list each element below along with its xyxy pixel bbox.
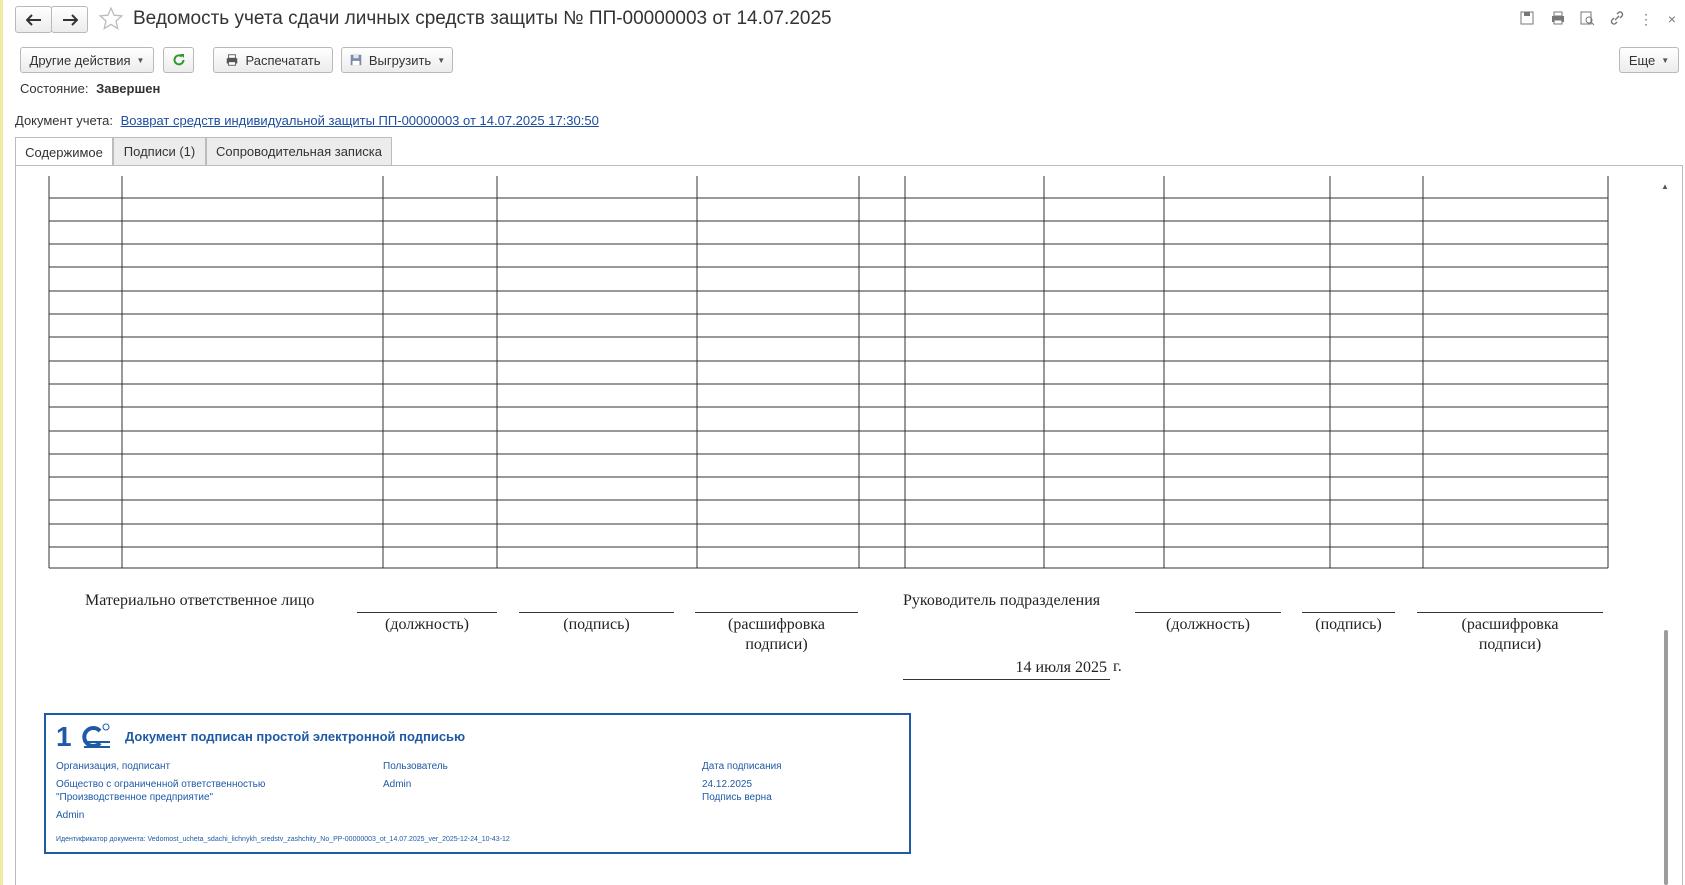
stamp-org-value-2: "Производственное предприятие" [56,792,214,803]
mol-position-line [357,612,497,613]
stamp-user-value: Admin [383,779,412,790]
stamp-org-value-1: Общество с ограниченной ответственностью [56,779,266,790]
stamp-org-signer: Admin [56,810,85,821]
head-decoding-caption: (расшифровка подписи) [1417,615,1603,655]
stamp-user-label: Пользователь [383,761,448,772]
stamp-title: Документ подписан простой электронной по… [125,729,466,744]
head-position-caption: (должность) [1166,616,1250,633]
head-label: Руководитель подразделения [903,592,1101,609]
mol-signature-caption: (подпись) [563,616,630,633]
head-signature-caption: (подпись) [1315,616,1382,633]
1c-logo: 1 [56,721,112,757]
mol-decoding-line-2: подписи) [745,636,808,653]
stamp-sig-status: Подпись верна [702,792,772,803]
head-position-line [1135,612,1281,613]
stamp-doc-id: Идентификатор документа: Vedomost_ucheta… [56,836,510,843]
mol-signature-line [519,612,674,613]
head-decoding-line-2: подписи) [1478,636,1542,653]
document-date-line [903,679,1110,680]
mol-decoding-line-1: (расшифровка [728,616,825,633]
electronic-signature-stamp: 1 Документ подписан простой электронной … [44,713,911,854]
head-decoding-line [1417,612,1603,613]
stamp-date-value: 24.12.2025 [702,779,753,790]
mol-decoding-line [695,612,858,613]
mol-decoding-caption: (расшифровка подписи) [695,615,858,655]
stamp-date-label: Дата подписания [702,761,782,772]
head-signature-line [1302,612,1395,613]
mol-position-caption: (должность) [385,616,469,633]
document-date-suffix: г. [1113,658,1122,675]
head-decoding-line-1: (расшифровка [1461,616,1559,633]
mol-label: Материально ответственное лицо [85,592,315,609]
document-date: 14 июля 2025 [1015,659,1107,676]
svg-text:1: 1 [56,722,72,752]
stamp-org-label: Организация, подписант [56,761,171,772]
